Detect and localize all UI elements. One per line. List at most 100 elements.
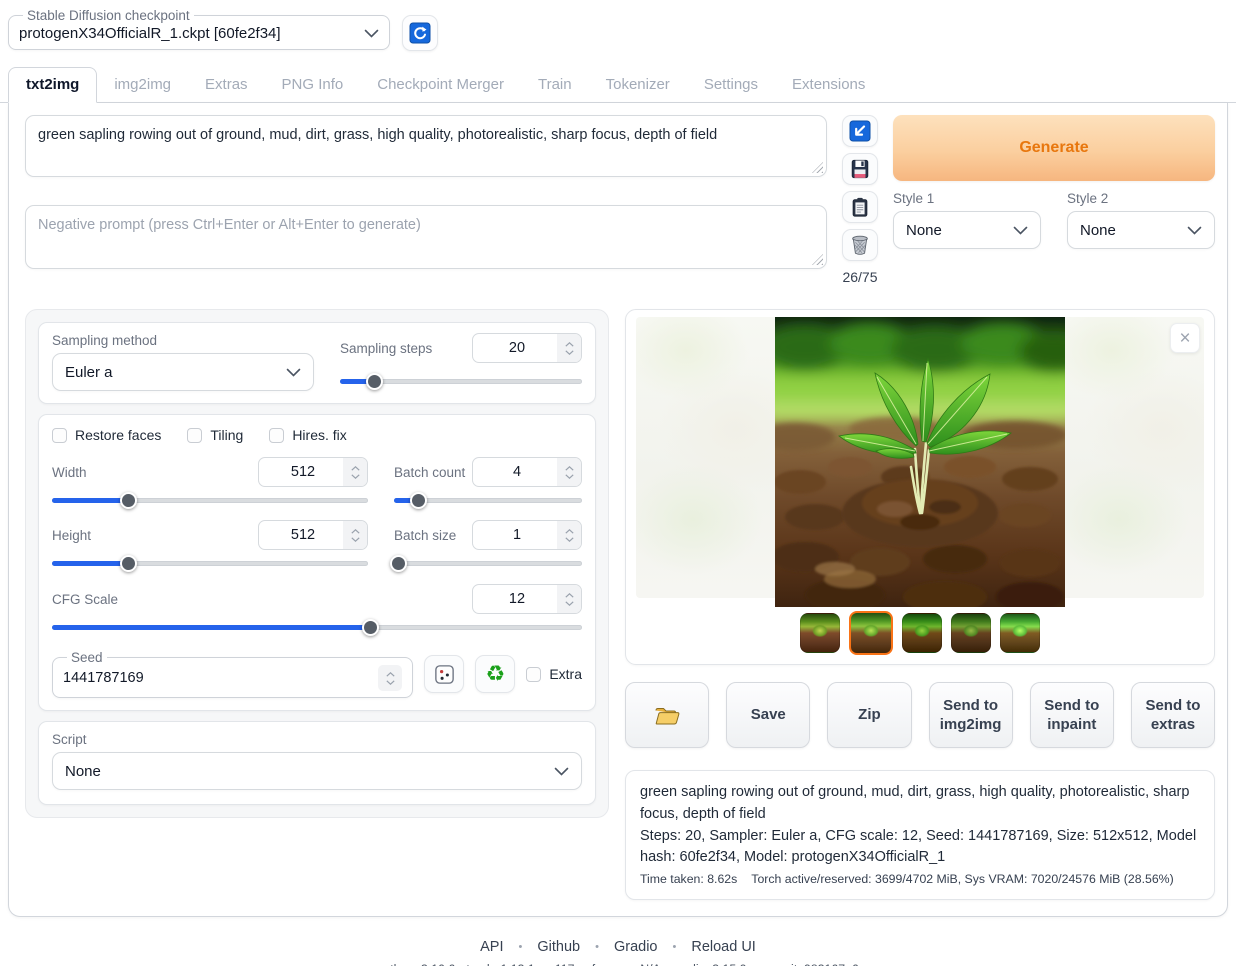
- apply-style-button[interactable]: [842, 191, 878, 223]
- stepper-buttons[interactable]: [557, 334, 581, 362]
- slider-track[interactable]: [394, 561, 582, 566]
- gallery-actions: Save Zip Send to img2img Send to inpaint…: [625, 682, 1215, 748]
- style1-group: Style 1 None: [893, 191, 1041, 249]
- token-counter: 26/75: [842, 269, 877, 285]
- style2-dropdown[interactable]: None: [1067, 211, 1215, 249]
- sampling-steps-input[interactable]: 20: [472, 333, 582, 363]
- gallery-preview-right: [1062, 317, 1204, 598]
- stepper-buttons[interactable]: [378, 665, 402, 691]
- stepper-down-icon: [565, 537, 574, 542]
- batch-size-slider[interactable]: [394, 554, 582, 572]
- style1-dropdown[interactable]: None: [893, 211, 1041, 249]
- seed-row: Seed 1441787169: [52, 650, 582, 698]
- script-dropdown[interactable]: None: [52, 752, 582, 790]
- random-seed-button[interactable]: [424, 655, 464, 693]
- gallery-thumbnail-5[interactable]: [1000, 613, 1040, 653]
- slider-thumb[interactable]: [390, 555, 407, 572]
- github-link[interactable]: Github: [537, 939, 580, 955]
- batch-count-slider[interactable]: [394, 491, 582, 509]
- tab-png-info[interactable]: PNG Info: [265, 68, 361, 102]
- save-button[interactable]: Save: [726, 682, 810, 748]
- generation-info: green sapling rowing out of ground, mud,…: [625, 770, 1215, 900]
- width-slider[interactable]: [52, 491, 368, 509]
- seed-value: 1441787169: [63, 670, 144, 686]
- zip-button[interactable]: Zip: [827, 682, 911, 748]
- close-gallery-button[interactable]: ×: [1170, 323, 1200, 353]
- slider-thumb[interactable]: [366, 373, 383, 390]
- reload-ui-link[interactable]: Reload UI: [691, 939, 755, 955]
- batch-size-input[interactable]: 1: [472, 520, 582, 550]
- sampling-method-label: Sampling method: [52, 333, 314, 348]
- stepper-buttons[interactable]: [557, 585, 581, 613]
- negative-prompt-input[interactable]: Negative prompt (press Ctrl+Enter or Alt…: [25, 205, 827, 269]
- sampling-method-dropdown[interactable]: Euler a: [52, 353, 314, 391]
- batch-count-label: Batch count: [394, 465, 465, 480]
- send-to-img2img-button[interactable]: Send to img2img: [929, 682, 1013, 748]
- tab-img2img[interactable]: img2img: [97, 68, 188, 102]
- cfg-scale-slider[interactable]: [52, 618, 582, 636]
- stepper-buttons[interactable]: [557, 458, 581, 486]
- stepper-up-icon: [351, 529, 360, 534]
- dot-separator: •: [673, 941, 677, 953]
- batch-count-group: Batch count 4: [394, 457, 582, 509]
- height-slider[interactable]: [52, 554, 368, 572]
- prompt-column: green sapling rowing out of ground, mud,…: [25, 115, 827, 285]
- resize-handle-icon[interactable]: [812, 162, 823, 173]
- stepper-buttons[interactable]: [343, 521, 367, 549]
- cfg-scale-input[interactable]: 12: [472, 584, 582, 614]
- info-prompt-text: green sapling rowing out of ground, mud,…: [640, 782, 1200, 826]
- gallery-preview-left: [636, 317, 778, 598]
- stepper-buttons[interactable]: [343, 458, 367, 486]
- width-group: Width 512: [52, 457, 368, 509]
- gallery-thumbnail-3[interactable]: [902, 613, 942, 653]
- tab-tokenizer[interactable]: Tokenizer: [589, 68, 687, 102]
- send-to-inpaint-button[interactable]: Send to inpaint: [1030, 682, 1114, 748]
- slider-thumb[interactable]: [120, 492, 137, 509]
- restore-faces-checkbox[interactable]: [52, 428, 67, 443]
- folder-icon: [653, 703, 681, 727]
- tiling-checkbox[interactable]: [187, 428, 202, 443]
- tab-txt2img[interactable]: txt2img: [8, 67, 97, 103]
- paste-generation-params-button[interactable]: [842, 115, 878, 147]
- extra-seed-checkbox[interactable]: [526, 667, 541, 682]
- prompt-input[interactable]: green sapling rowing out of ground, mud,…: [25, 115, 827, 177]
- dimensions-grid: Width 512: [52, 457, 582, 572]
- tab-extensions[interactable]: Extensions: [775, 68, 882, 102]
- checkpoint-dropdown[interactable]: Stable Diffusion checkpoint protogenX34O…: [8, 8, 390, 50]
- open-folder-button[interactable]: [625, 682, 709, 748]
- clear-prompt-button[interactable]: [842, 229, 878, 261]
- reuse-seed-button[interactable]: ♻: [475, 655, 515, 693]
- tab-train[interactable]: Train: [521, 68, 589, 102]
- slider-thumb[interactable]: [120, 555, 137, 572]
- generated-image[interactable]: [775, 317, 1065, 607]
- slider-thumb[interactable]: [410, 492, 427, 509]
- refresh-checkpoints-button[interactable]: [402, 15, 438, 51]
- checkpoint-dropdown-row[interactable]: protogenX34OfficialR_1.ckpt [60fe2f34]: [19, 25, 379, 42]
- seed-input[interactable]: Seed 1441787169: [52, 650, 413, 698]
- sampling-box: Sampling method Euler a Sampling steps 2…: [38, 322, 596, 404]
- batch-count-input[interactable]: 4: [472, 457, 582, 487]
- generate-button[interactable]: Generate: [893, 115, 1215, 181]
- api-link[interactable]: API: [480, 939, 503, 955]
- gradio-link[interactable]: Gradio: [614, 939, 658, 955]
- gallery-thumbnail-2[interactable]: [849, 611, 893, 655]
- stepper-up-icon: [565, 466, 574, 471]
- hires-fix-checkbox[interactable]: [269, 428, 284, 443]
- gallery-thumbnail-4[interactable]: [951, 613, 991, 653]
- tab-settings[interactable]: Settings: [687, 68, 775, 102]
- footer: API•Github•Gradio•Reload UI python: 3.10…: [0, 939, 1236, 966]
- save-style-button[interactable]: [842, 153, 878, 185]
- resize-handle-icon[interactable]: [812, 254, 823, 265]
- height-input[interactable]: 512: [258, 520, 368, 550]
- width-input[interactable]: 512: [258, 457, 368, 487]
- gallery-thumbnail-1[interactable]: [800, 613, 840, 653]
- stepper-buttons[interactable]: [557, 521, 581, 549]
- script-box: Script None: [38, 721, 596, 805]
- negative-prompt-placeholder: Negative prompt (press Ctrl+Enter or Alt…: [38, 215, 814, 235]
- slider-thumb[interactable]: [362, 619, 379, 636]
- send-to-extras-button[interactable]: Send to extras: [1131, 682, 1215, 748]
- tab-extras[interactable]: Extras: [188, 68, 265, 102]
- sampling-steps-slider[interactable]: [340, 372, 582, 390]
- prompt-text: green sapling rowing out of ground, mud,…: [38, 125, 814, 145]
- tab-checkpoint-merger[interactable]: Checkpoint Merger: [360, 68, 521, 102]
